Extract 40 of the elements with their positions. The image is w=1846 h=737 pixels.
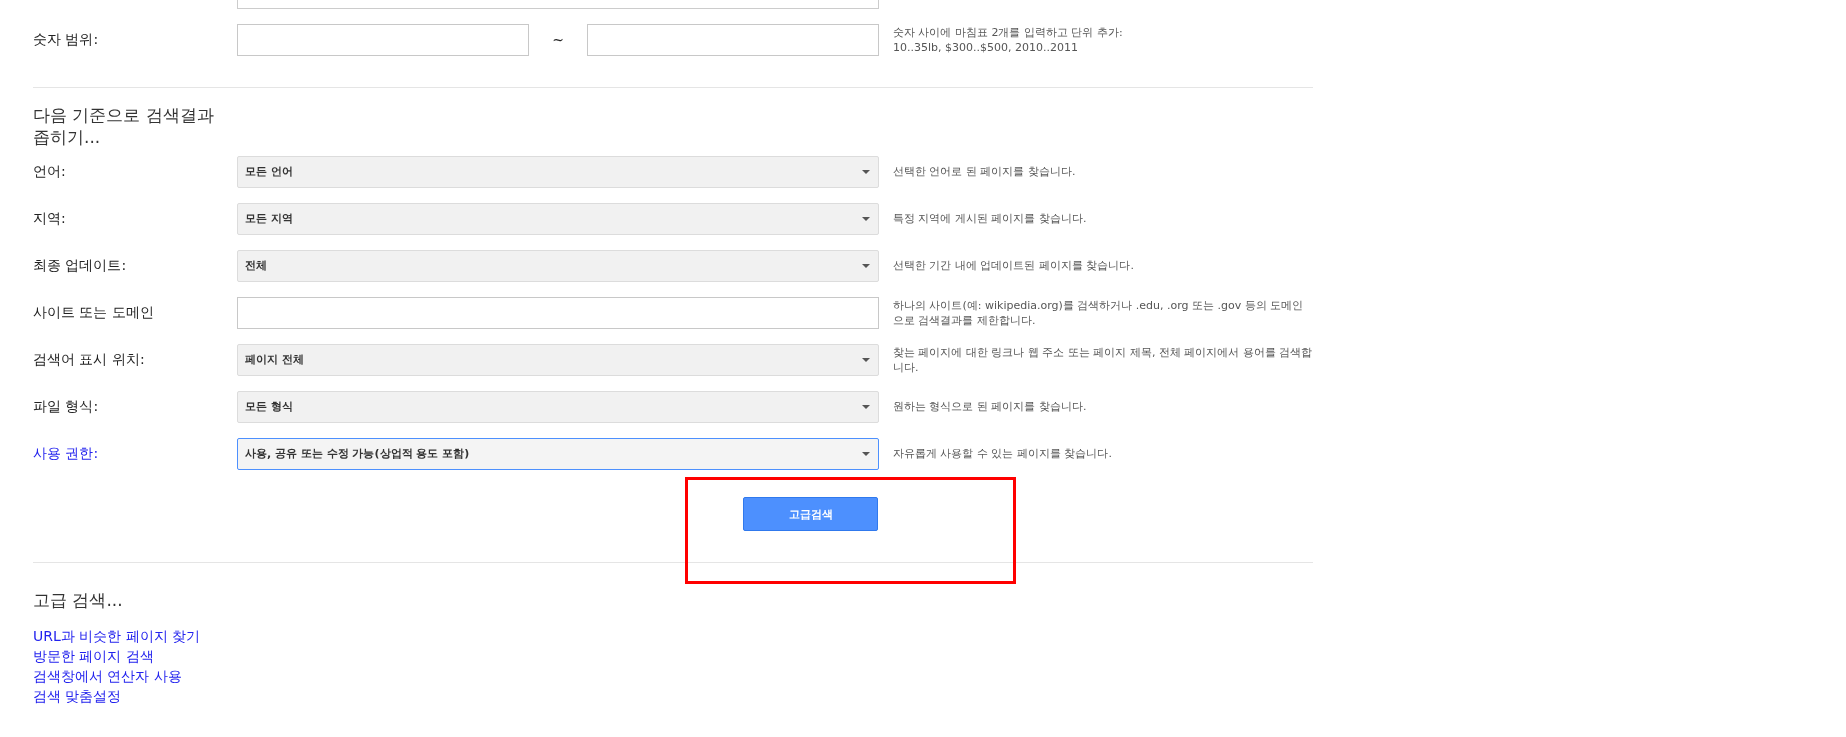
- section-heading: 고급 검색...: [33, 589, 124, 612]
- link[interactable]: 검색창에서 연산자 사용: [33, 666, 182, 686]
- dropdown[interactable]: 모든 형식: [237, 390, 879, 423]
- link[interactable]: 검색 맞춤설정: [33, 686, 122, 706]
- section-heading: 다음 기준으로 검색결과 좁히기...: [33, 104, 215, 148]
- caret-icon: [862, 404, 870, 409]
- link[interactable]: 방문한 페이지 검색: [33, 646, 154, 666]
- link[interactable]: URL과 비슷한 페이지 찾기: [33, 626, 201, 646]
- field-label: 언어:: [33, 162, 67, 181]
- number-field[interactable]: [237, 24, 529, 56]
- help-text: 선택한 기간 내에 업데이트된 페이지를 찾습니다.: [893, 258, 1135, 273]
- help-text: 하나의 사이트(예: wikipedia.org)를 검색하거나 .edu, .org 또는 .gov 등의 도메인으로 검색결과를 제한합니다.: [893, 297, 1305, 328]
- help-text: 자유롭게 사용할 수 있는 페이지를 찾습니다.: [893, 446, 1113, 461]
- caret-icon: [862, 263, 870, 268]
- dropdown[interactable]: 모든 언어: [237, 155, 879, 188]
- caret-icon: [862, 169, 870, 174]
- caret-icon: [862, 216, 870, 221]
- help-text: 특정 지역에 게시된 페이지를 찾습니다.: [893, 211, 1088, 226]
- dropdown[interactable]: 사용, 공유 또는 수정 가능(상업적 용도 포함): [237, 437, 879, 470]
- help-text: 10..35lb, $300..$500, 2010..2011: [893, 40, 1079, 55]
- caret-icon: [862, 357, 870, 362]
- help-text: 찾는 페이지에 대한 링크나 웹 주소 또는 페이지 제목, 전체 페이지에서 용어를 검색합니다.: [893, 344, 1313, 375]
- field-label: 사이트 또는 도메인: [33, 303, 155, 322]
- text-field[interactable]: [237, 296, 879, 329]
- field-label: 최종 업데이트:: [33, 256, 128, 275]
- number-field[interactable]: [587, 24, 879, 56]
- field-label: 사용 권한:: [33, 444, 100, 463]
- field-label: 지역:: [33, 209, 67, 228]
- field-label: 숫자 범위:: [33, 31, 100, 49]
- help-text: 숫자 사이에 마침표 2개를 입력하고 단위 추가:: [893, 25, 1124, 40]
- dropdown[interactable]: 페이지 전체: [237, 343, 879, 376]
- help-text: 원하는 형식으로 된 페이지를 찾습니다.: [893, 399, 1088, 414]
- field-label: 파일 형식:: [33, 397, 100, 416]
- field-label: 검색어 표시 위치:: [33, 350, 146, 369]
- dropdown[interactable]: 모든 지역: [237, 202, 879, 235]
- dropdown[interactable]: 전체: [237, 249, 879, 282]
- caret-icon: [862, 451, 870, 456]
- help-text: 선택한 언어로 된 페이지를 찾습니다.: [893, 164, 1077, 179]
- text-field[interactable]: [237, 0, 879, 9]
- range-separator: ~: [552, 32, 564, 48]
